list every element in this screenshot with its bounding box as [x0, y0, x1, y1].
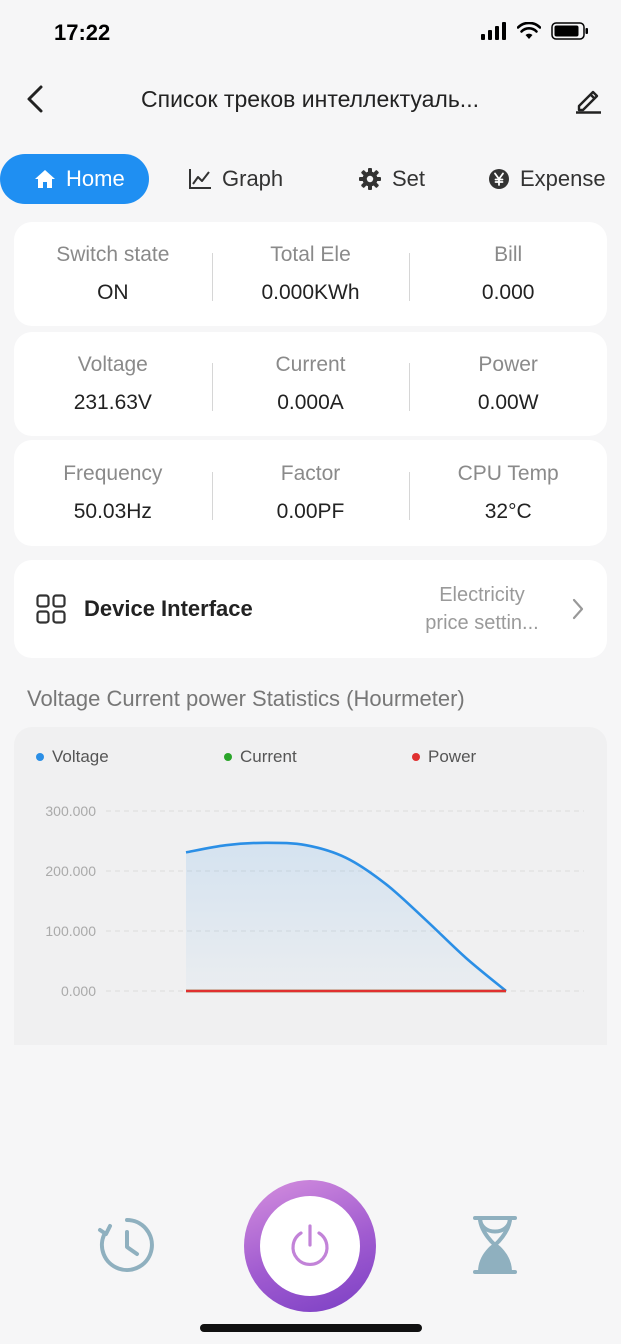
tab-expense[interactable]: Expense — [488, 154, 606, 204]
legend-dot-power — [412, 753, 420, 761]
tab-graph[interactable]: Graph — [188, 154, 283, 204]
stat-label: Voltage — [77, 353, 148, 376]
stat-value: 0.000A — [277, 391, 344, 414]
countdown-button[interactable] — [470, 1214, 520, 1276]
stat-label: Current — [275, 353, 346, 376]
device-interface-title: Device Interface — [84, 596, 253, 621]
stat-bill: Bill 0.000 — [409, 243, 607, 305]
tab-home[interactable]: Home — [0, 154, 149, 204]
power-button[interactable] — [244, 1180, 376, 1312]
stat-value: 0.000 — [481, 281, 535, 304]
grid-icon — [36, 594, 66, 624]
legend-label-power: Power — [428, 747, 477, 766]
stat-value: ON — [97, 281, 129, 304]
tab-graph-label: Graph — [222, 166, 284, 191]
power-button-inner — [260, 1196, 360, 1296]
series-area-voltage — [186, 842, 506, 991]
stat-label: Power — [478, 353, 538, 376]
stat-label: Switch state — [56, 243, 170, 266]
chart-plot: 300.000 200.000 100.000 0.000 — [45, 803, 584, 999]
battery-icon — [551, 22, 588, 40]
chart-legend: Voltage Current Power — [14, 747, 607, 771]
legend-item-current[interactable]: Current — [224, 747, 297, 767]
stat-frequency: Frequency 50.03Hz — [14, 462, 212, 524]
y-tick-label: 0.000 — [61, 983, 96, 999]
stat-current: Current 0.000A — [211, 353, 410, 415]
hourglass-icon — [473, 1216, 517, 1274]
chart-y-ticks: 300.000 200.000 100.000 0.000 — [45, 803, 96, 999]
stat-total-ele: Total Ele 0.000KWh — [211, 243, 410, 305]
stat-value: 0.00W — [477, 391, 539, 414]
clock-history-icon — [98, 1218, 154, 1272]
hint-line-2: price settin... — [425, 612, 539, 634]
statistics-section-title: Voltage Current power Statistics (Hourme… — [27, 686, 465, 711]
cellular-signal-icon — [481, 22, 506, 40]
timer-button[interactable] — [96, 1214, 158, 1276]
stat-value: 0.00PF — [276, 500, 345, 523]
stat-label: Total Ele — [270, 243, 351, 266]
electricity-price-hint: Electricity price settin... — [407, 581, 557, 637]
legend-dot-current — [224, 753, 232, 761]
chevron-left-icon — [27, 85, 43, 113]
back-button[interactable] — [18, 82, 52, 116]
legend-label-current: Current — [240, 747, 297, 766]
stat-value: 50.03Hz — [73, 500, 152, 523]
chart-series — [185, 841, 507, 993]
chevron-right-icon — [572, 598, 584, 620]
statistics-chart: Voltage Current Power 300.000 200.000 100.… — [14, 727, 607, 1045]
stats-card-1: Switch state ON Total Ele 0.000KWh Bill … — [14, 222, 607, 326]
y-tick-label: 300.000 — [45, 803, 96, 819]
stats-card-2: Voltage 231.63V Current 0.000A Power 0.0… — [14, 332, 607, 436]
stats-card-3: Frequency 50.03Hz Factor 0.00PF CPU Temp… — [14, 440, 607, 546]
bottom-controls — [0, 1170, 621, 1320]
legend-item-power[interactable]: Power — [412, 747, 476, 767]
tab-set-label: Set — [392, 166, 426, 191]
stat-value: 32°C — [484, 500, 532, 523]
edit-button[interactable] — [571, 82, 605, 116]
device-interface-row[interactable]: Device Interface Electricity price setti… — [14, 560, 607, 658]
home-indicator — [200, 1324, 422, 1332]
gear-icon — [359, 168, 381, 190]
power-icon — [291, 1224, 329, 1267]
hint-line-1: Electricity — [439, 584, 525, 606]
stat-factor: Factor 0.00PF — [211, 462, 410, 524]
status-bar: 17:22 — [0, 0, 621, 64]
home-icon — [35, 170, 55, 188]
tab-expense-label: Expense — [520, 166, 606, 191]
legend-label-voltage: Voltage — [52, 747, 109, 766]
legend-item-voltage[interactable]: Voltage — [36, 747, 109, 767]
stat-value: 0.000KWh — [261, 281, 360, 304]
status-icons — [481, 22, 589, 40]
stat-label: Factor — [280, 462, 341, 485]
stat-label: Bill — [494, 243, 523, 266]
tab-home-label: Home — [66, 166, 125, 191]
legend-dot-voltage — [36, 753, 44, 761]
y-tick-label: 200.000 — [45, 863, 96, 879]
page-title: Список треков интеллектуаль... — [141, 86, 479, 112]
stat-switch-state: Switch state ON — [14, 243, 212, 305]
tab-set[interactable]: Set — [358, 154, 425, 204]
stat-power: Power 0.00W — [409, 353, 607, 415]
status-time: 17:22 — [54, 20, 111, 45]
stat-value: 231.63V — [73, 391, 152, 414]
stat-label: Frequency — [63, 462, 163, 485]
stat-label: CPU Temp — [457, 462, 559, 485]
stat-voltage: Voltage 231.63V — [14, 353, 212, 415]
nav-bar: Список треков интеллектуаль... — [0, 64, 621, 136]
pencil-icon — [576, 90, 601, 114]
stat-cpu-temp: CPU Temp 32°C — [409, 462, 607, 524]
tab-bar: Home Graph Set Expense — [0, 154, 621, 206]
yen-icon — [489, 169, 509, 189]
wifi-icon — [517, 22, 541, 39]
chart-line-icon — [189, 169, 211, 189]
y-tick-label: 100.000 — [45, 923, 96, 939]
